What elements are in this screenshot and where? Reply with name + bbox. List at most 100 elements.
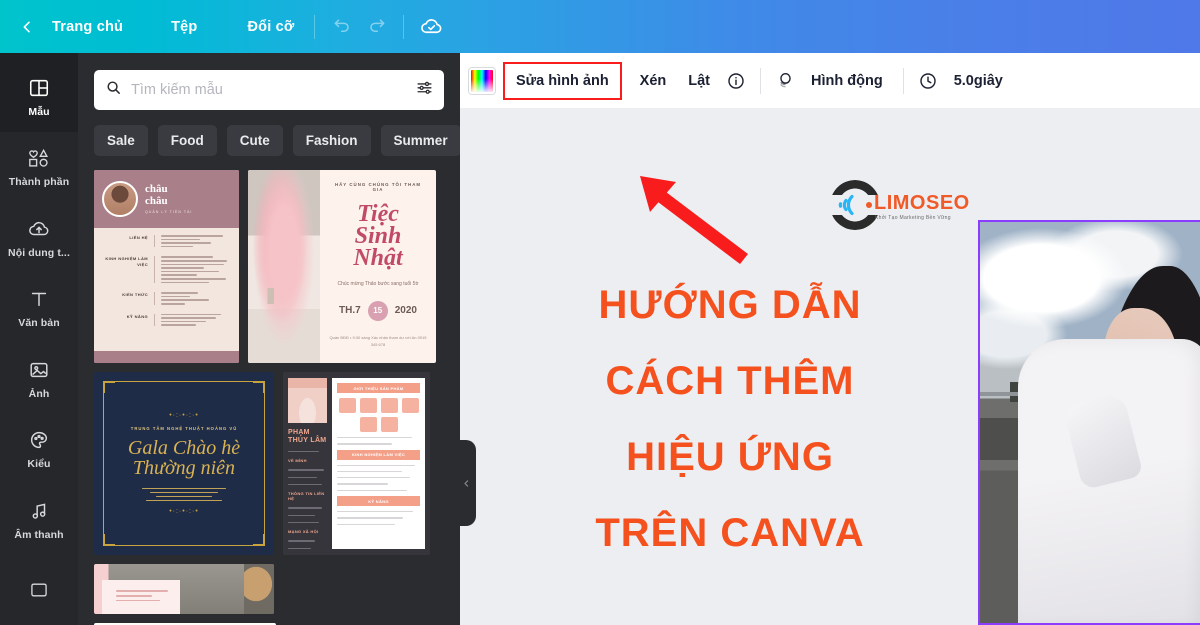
crop-button[interactable]: Xén bbox=[629, 66, 678, 96]
divider bbox=[154, 313, 155, 326]
back-icon[interactable] bbox=[14, 14, 40, 40]
search-icon bbox=[105, 79, 122, 101]
edit-image-button[interactable]: Sửa hình ảnh bbox=[503, 61, 622, 100]
resume-name-line2: THÚY LÂM bbox=[288, 436, 327, 444]
template-name-line1: châu bbox=[145, 182, 168, 195]
chip-cute[interactable]: Cute bbox=[226, 125, 283, 156]
nav-file[interactable]: Tệp bbox=[161, 13, 207, 41]
duration-button[interactable]: 5.0giây bbox=[943, 66, 1014, 96]
avatar bbox=[102, 181, 138, 217]
sidebar-label: Kiểu bbox=[27, 458, 51, 471]
chip-sale[interactable]: Sale bbox=[94, 125, 148, 156]
product-icons bbox=[337, 398, 420, 432]
toolbar-divider-2 bbox=[902, 67, 904, 94]
date-year: 2020 bbox=[394, 305, 417, 317]
left-rail: Mẫu Thành phần Nội dung t... Văn bản Ảnh bbox=[0, 53, 78, 625]
portrait-illustration bbox=[288, 378, 327, 423]
sidebar-item-audio[interactable]: Âm thanh bbox=[0, 484, 78, 555]
headline-line-2: CÁCH THÊM bbox=[605, 359, 855, 403]
resume-section-bar: GIỚI THIỆU SẢN PHẨM bbox=[337, 383, 420, 393]
divider bbox=[154, 256, 155, 284]
sidebar-item-text[interactable]: Văn bản bbox=[0, 272, 78, 343]
template-name-line2: châu bbox=[145, 194, 168, 207]
resume-left-column: PHẠM THÚY LÂM VỀ MÌNH THÔNG TIN LIÊN HỆ … bbox=[283, 372, 332, 555]
top-bar: Trang chủ Tệp Đổi cỡ bbox=[0, 0, 1200, 53]
sidebar-label: Thành phần bbox=[8, 176, 70, 189]
gala-body-lines bbox=[142, 487, 226, 502]
tag-chips: Sale Food Cute Fashion Summer bbox=[78, 110, 460, 156]
search-placeholder: Tìm kiếm mẫu bbox=[131, 82, 223, 98]
color-picker-swatch[interactable] bbox=[469, 67, 495, 94]
logo-dot bbox=[866, 202, 872, 208]
clock-icon[interactable] bbox=[913, 66, 943, 96]
element-toolbar: Sửa hình ảnh Xén Lật Hình động 5.0giây bbox=[460, 53, 1200, 108]
photo-icon bbox=[28, 357, 50, 383]
template-row: KIẾN THỨC bbox=[100, 292, 233, 305]
template-card-birthday[interactable]: HÃY CÙNG CHÚNG TÔI THAM GIA Tiệc Sinh Nh… bbox=[248, 170, 436, 363]
template-card-cv-chau[interactable]: châu châu QUẢN LÝ TIỀN TÀI LIÊN HỆ KINH … bbox=[94, 170, 239, 363]
shapes-icon bbox=[27, 145, 51, 171]
section-label: LIÊN HỆ bbox=[129, 235, 148, 240]
sidebar-item-elements[interactable]: Thành phần bbox=[0, 131, 78, 202]
redo-icon[interactable] bbox=[359, 10, 393, 44]
section-lines bbox=[161, 313, 233, 326]
panel-collapse-handle[interactable] bbox=[456, 440, 476, 526]
sidebar-label: Nội dung t... bbox=[8, 246, 70, 259]
toolbar-divider bbox=[760, 67, 762, 94]
nav-resize[interactable]: Đổi cỡ bbox=[237, 13, 304, 41]
template-row: LIÊN HỆ bbox=[100, 235, 233, 248]
chip-food[interactable]: Food bbox=[157, 125, 217, 156]
animate-button[interactable]: Hình động bbox=[800, 66, 894, 96]
nav-home[interactable]: Trang chủ bbox=[42, 13, 133, 41]
sidebar-item-uploads[interactable]: Nội dung t... bbox=[0, 202, 78, 273]
template-card-gala[interactable]: •·:·•·:·• TRUNG TÂM NGHỆ THUẬT HOÀNG VŨ … bbox=[94, 372, 274, 555]
background-icon bbox=[28, 577, 50, 603]
section-lines bbox=[161, 292, 233, 305]
corner-ornament bbox=[103, 381, 115, 393]
info-circle-icon[interactable] bbox=[721, 66, 751, 96]
date-day: 15 bbox=[367, 300, 388, 321]
resume-section-bar: KỸ NĂNG bbox=[337, 496, 420, 507]
search-input[interactable]: Tìm kiếm mẫu bbox=[94, 70, 444, 110]
divider bbox=[154, 235, 155, 248]
red-arrow-up-left-icon bbox=[640, 176, 748, 264]
section-lines bbox=[161, 235, 233, 248]
gala-title: Gala Chào hè Thường niên bbox=[128, 438, 240, 478]
toolbar-divider-2 bbox=[403, 14, 405, 39]
partial-lines bbox=[116, 590, 168, 602]
resume-section-label: MẠNG XÃ HỘI bbox=[288, 529, 319, 535]
template-subtitle: Chúc mừng Thảo bước sang tuổi 5tr bbox=[337, 281, 419, 288]
sidebar-item-photos[interactable]: Ảnh bbox=[0, 343, 78, 414]
resume-section-label: VỀ MÌNH bbox=[288, 458, 307, 464]
headline-text[interactable]: HƯỚNG DẪN CÁCH THÊM HIỆU ỨNG TRÊN CANVA bbox=[510, 285, 950, 553]
design-canvas[interactable]: LIMOSEO Khởi Tạo Marketing Bền Vững HƯỚN… bbox=[460, 108, 1200, 625]
music-note-icon bbox=[28, 498, 50, 524]
chip-fashion[interactable]: Fashion bbox=[292, 125, 371, 156]
cloud-check-icon[interactable] bbox=[414, 10, 448, 44]
corner-ornament bbox=[253, 534, 265, 546]
sidebar-item-styles[interactable]: Kiểu bbox=[0, 413, 78, 484]
cloud-upload-icon bbox=[27, 216, 51, 242]
chip-summer[interactable]: Summer bbox=[380, 125, 460, 156]
resume-right-column: GIỚI THIỆU SẢN PHẨM KINH NGHIỆM LÀM VIỆC… bbox=[332, 378, 425, 549]
sidebar-item-background[interactable] bbox=[0, 554, 78, 625]
headline-line-3: HIỆU ỨNG bbox=[626, 435, 834, 479]
template-card-resume[interactable]: PHẠM THÚY LÂM VỀ MÌNH THÔNG TIN LIÊN HỆ … bbox=[283, 372, 430, 555]
text-t-icon bbox=[28, 286, 50, 312]
template-grid: châu châu QUẢN LÝ TIỀN TÀI LIÊN HỆ KINH … bbox=[78, 156, 460, 625]
title-line2: Sinh Nhật bbox=[353, 223, 403, 272]
logo-text: LIMOSEO bbox=[874, 192, 970, 214]
sliders-icon[interactable] bbox=[416, 79, 433, 101]
section-label: KIẾN THỨC bbox=[122, 292, 148, 298]
animate-layers-icon[interactable] bbox=[770, 66, 800, 96]
template-card-partial-1[interactable] bbox=[94, 564, 274, 614]
photo-element[interactable] bbox=[978, 220, 1200, 625]
template-role: QUẢN LÝ TIỀN TÀI bbox=[145, 210, 193, 215]
templates-icon bbox=[28, 75, 50, 101]
flip-button[interactable]: Lật bbox=[677, 66, 721, 96]
sidebar-item-templates[interactable]: Mẫu bbox=[0, 61, 78, 132]
template-name-block: châu châu QUẢN LÝ TIỀN TÀI bbox=[145, 182, 193, 215]
editor-area: Sửa hình ảnh Xén Lật Hình động 5.0giây L… bbox=[460, 53, 1200, 625]
template-text: HÃY CÙNG CHÚNG TÔI THAM GIA Tiệc Sinh Nh… bbox=[320, 170, 436, 363]
undo-icon[interactable] bbox=[325, 10, 359, 44]
